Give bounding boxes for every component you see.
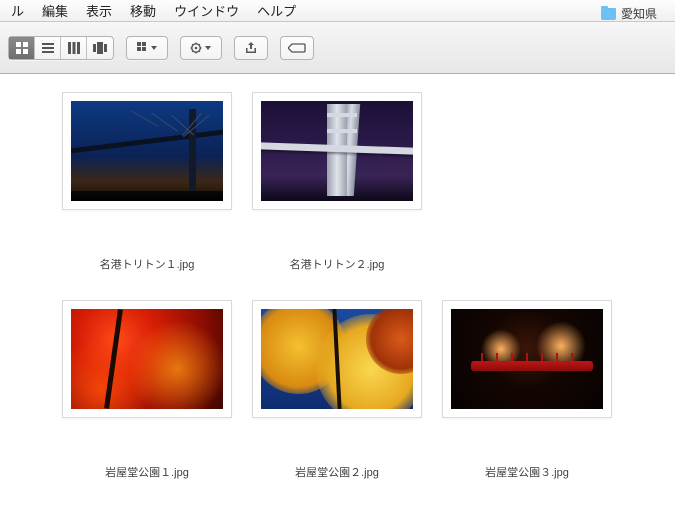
file-item[interactable]: 名港トリトン２.jpg	[244, 92, 430, 290]
menubar: ル 編集 表示 移動 ウインドウ ヘルプ	[0, 0, 675, 22]
action-group	[180, 36, 222, 60]
folder-icon	[601, 8, 616, 20]
menu-window[interactable]: ウインドウ	[165, 1, 248, 20]
view-mode-group	[8, 36, 114, 60]
file-item[interactable]: 岩屋堂公園１.jpg	[54, 300, 240, 498]
arrange-button[interactable]	[127, 37, 167, 59]
menu-edit[interactable]: 編集	[33, 1, 77, 20]
thumbnail	[252, 92, 422, 210]
share-button[interactable]	[234, 36, 268, 60]
thumbnail	[442, 300, 612, 418]
arrange-group	[126, 36, 168, 60]
file-item[interactable]: 岩屋堂公園３.jpg	[434, 300, 620, 498]
menu-view[interactable]: 表示	[77, 1, 121, 20]
coverflow-view-button[interactable]	[87, 37, 113, 59]
thumbnail	[62, 300, 232, 418]
thumbnail	[252, 300, 422, 418]
file-name: 名港トリトン２.jpg	[290, 256, 385, 272]
file-name: 岩屋堂公園２.jpg	[295, 464, 379, 480]
icon-view-button[interactable]	[9, 37, 35, 59]
menu-go[interactable]: 移動	[121, 1, 165, 20]
tags-button[interactable]	[280, 36, 314, 60]
menu-help[interactable]: ヘルプ	[248, 1, 305, 20]
file-name: 名港トリトン１.jpg	[100, 256, 195, 272]
menu-partial[interactable]: ル	[2, 1, 33, 20]
folder-name: 愛知県	[621, 5, 657, 22]
file-name: 岩屋堂公園１.jpg	[105, 464, 189, 480]
column-view-button[interactable]	[61, 37, 87, 59]
file-grid: 名港トリトン１.jpg 名港トリトン２.jpg	[0, 74, 675, 505]
file-item[interactable]: 岩屋堂公園２.jpg	[244, 300, 430, 498]
file-item[interactable]: 名港トリトン１.jpg	[54, 92, 240, 290]
file-name: 岩屋堂公園３.jpg	[485, 464, 569, 480]
action-button[interactable]	[181, 37, 221, 59]
list-view-button[interactable]	[35, 37, 61, 59]
thumbnail	[62, 92, 232, 210]
toolbar: 愛知県	[0, 22, 675, 74]
window-title: 愛知県	[601, 5, 657, 22]
